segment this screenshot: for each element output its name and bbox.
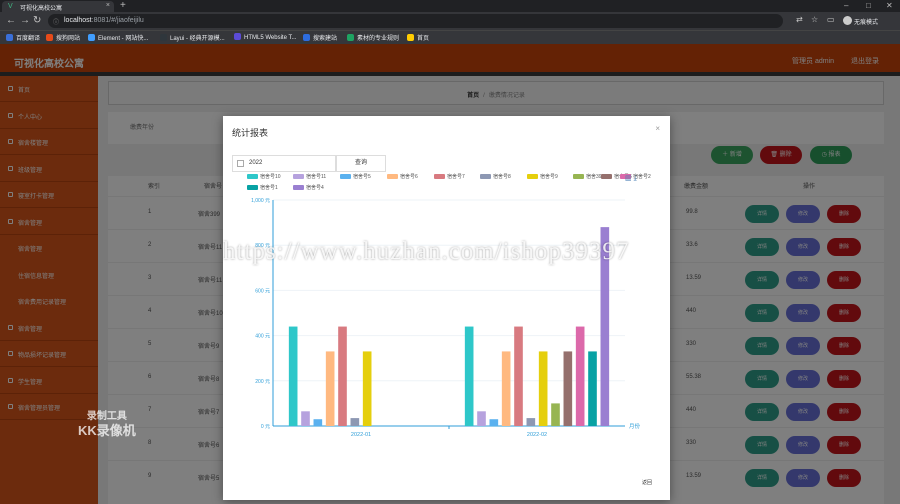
x-tick-label: 2022-02	[527, 432, 547, 438]
bar-1-1	[477, 411, 486, 426]
bookmark-icon	[160, 34, 167, 41]
back-link[interactable]: 返回	[642, 479, 652, 486]
address-bar: ← → ↻ ⓘ localhost:8081/#/jiaofeijilu ⇄ ☆…	[0, 12, 900, 30]
bookmark-2[interactable]: Element - 网站快...	[88, 33, 148, 42]
bar-5-0	[350, 418, 360, 426]
plus-icon[interactable]: +	[120, 0, 126, 12]
y-tick-label: 0 元	[261, 424, 270, 430]
bookmark-icon	[347, 34, 354, 41]
bookmark-6[interactable]: 素材的专业规则	[347, 33, 399, 42]
bar-2-0	[313, 419, 323, 426]
minimize-icon[interactable]: –	[844, 0, 848, 12]
y-tick-label: 1,000 元	[251, 198, 270, 204]
back-icon[interactable]: ←	[6, 15, 16, 27]
incognito-profile[interactable]: 无痕模式	[842, 14, 888, 27]
y-tick-label: 400 元	[255, 334, 270, 340]
bookmark-3[interactable]: Layui - 经典开源模...	[160, 33, 225, 42]
bar-1-0	[301, 411, 310, 426]
vue-favicon-icon: V	[8, 3, 13, 10]
bookmark-icon	[234, 33, 241, 40]
bookmark-label: 搜狗网站	[56, 36, 81, 42]
bookmark-icon	[6, 34, 13, 41]
extension-icon[interactable]: ▭	[827, 15, 835, 24]
bar-6-0	[362, 351, 372, 426]
close-window-icon[interactable]: ✕	[886, 0, 893, 12]
kk-watermark-line2: KK录像机	[78, 423, 136, 438]
bar-9-1	[575, 326, 585, 426]
bookmark-icon	[407, 34, 414, 41]
bookmark-icon	[46, 34, 53, 41]
bookmark-0[interactable]: 百度翻译	[6, 33, 40, 42]
kk-recorder-watermark: 录制工具 KK录像机	[78, 410, 136, 438]
bookmark-5[interactable]: 搜索建站	[303, 33, 337, 42]
profile-label: 无痕模式	[854, 20, 879, 26]
bookmark-label: Element - 网站快...	[98, 36, 149, 42]
bar-2-1	[489, 419, 499, 426]
report-dialog: 统计报表 × 2022 查询 宿舍号10 宿舍号11 宿舍号5 宿舍号6 宿舍号7 宿舍号…	[223, 116, 670, 500]
bookmark-1[interactable]: 搜狗网站	[46, 33, 80, 42]
bar-5-1	[526, 418, 536, 426]
browser-tab-strip: V 可视化高校公寓 × + – □ ✕	[0, 0, 900, 12]
bookmark-label: HTML5 Website T...	[244, 35, 297, 41]
close-icon[interactable]: ×	[106, 2, 110, 9]
bookmark-icon	[88, 34, 95, 41]
bookmark-label: 素材的专业规则	[357, 36, 400, 42]
url-path: :8081/#/jiaofeijilu	[91, 17, 144, 24]
bookmarks-bar: 百度翻译 搜狗网站 Element - 网站快... Layui - 经典开源模...…	[0, 30, 900, 44]
forward-icon[interactable]: →	[20, 15, 30, 27]
translate-icon[interactable]: ⇄	[796, 15, 803, 24]
bar-3-1	[501, 351, 511, 426]
watermark-text: https://www.huzhan.com/ishop39397	[223, 238, 630, 265]
bookmark-label: 首页	[417, 36, 430, 42]
incognito-icon	[843, 16, 852, 25]
bookmark-7[interactable]: 首页	[407, 33, 429, 42]
bar-6-1	[538, 351, 548, 426]
bookmark-label: 搜索建站	[313, 36, 338, 42]
bar-7-1	[551, 403, 560, 426]
url-host: localhost	[64, 17, 92, 24]
url-input[interactable]: ⓘ localhost:8081/#/jiaofeijilu	[48, 14, 783, 28]
bar-chart: 0 元200 元400 元600 元800 元1,000 元2022-01 202…	[251, 198, 641, 438]
reload-icon[interactable]: ↻	[33, 15, 41, 27]
bookmark-icon	[303, 34, 310, 41]
browser-tab[interactable]: V 可视化高校公寓 ×	[2, 1, 114, 12]
bookmark-label: Layui - 经典开源模...	[170, 36, 225, 42]
bookmark-4[interactable]: HTML5 Website T...	[234, 33, 296, 41]
bar-3-0	[325, 351, 335, 426]
maximize-icon[interactable]: □	[866, 0, 871, 12]
info-icon: ⓘ	[53, 20, 60, 26]
bar-4-1	[514, 326, 523, 426]
bar-10-1	[588, 351, 597, 426]
bar-0-1	[464, 326, 474, 426]
kk-watermark-line1: 录制工具	[86, 411, 127, 422]
x-axis-label: 月份	[629, 422, 641, 430]
bar-8-1	[563, 351, 573, 426]
x-tick-label: 2022-01	[351, 432, 371, 438]
star-icon[interactable]: ☆	[811, 15, 818, 24]
y-tick-label: 600 元	[255, 288, 270, 294]
bookmark-label: 百度翻译	[16, 36, 41, 42]
bar-4-0	[338, 326, 347, 426]
y-tick-label: 200 元	[255, 379, 270, 385]
bar-0-0	[288, 326, 298, 426]
